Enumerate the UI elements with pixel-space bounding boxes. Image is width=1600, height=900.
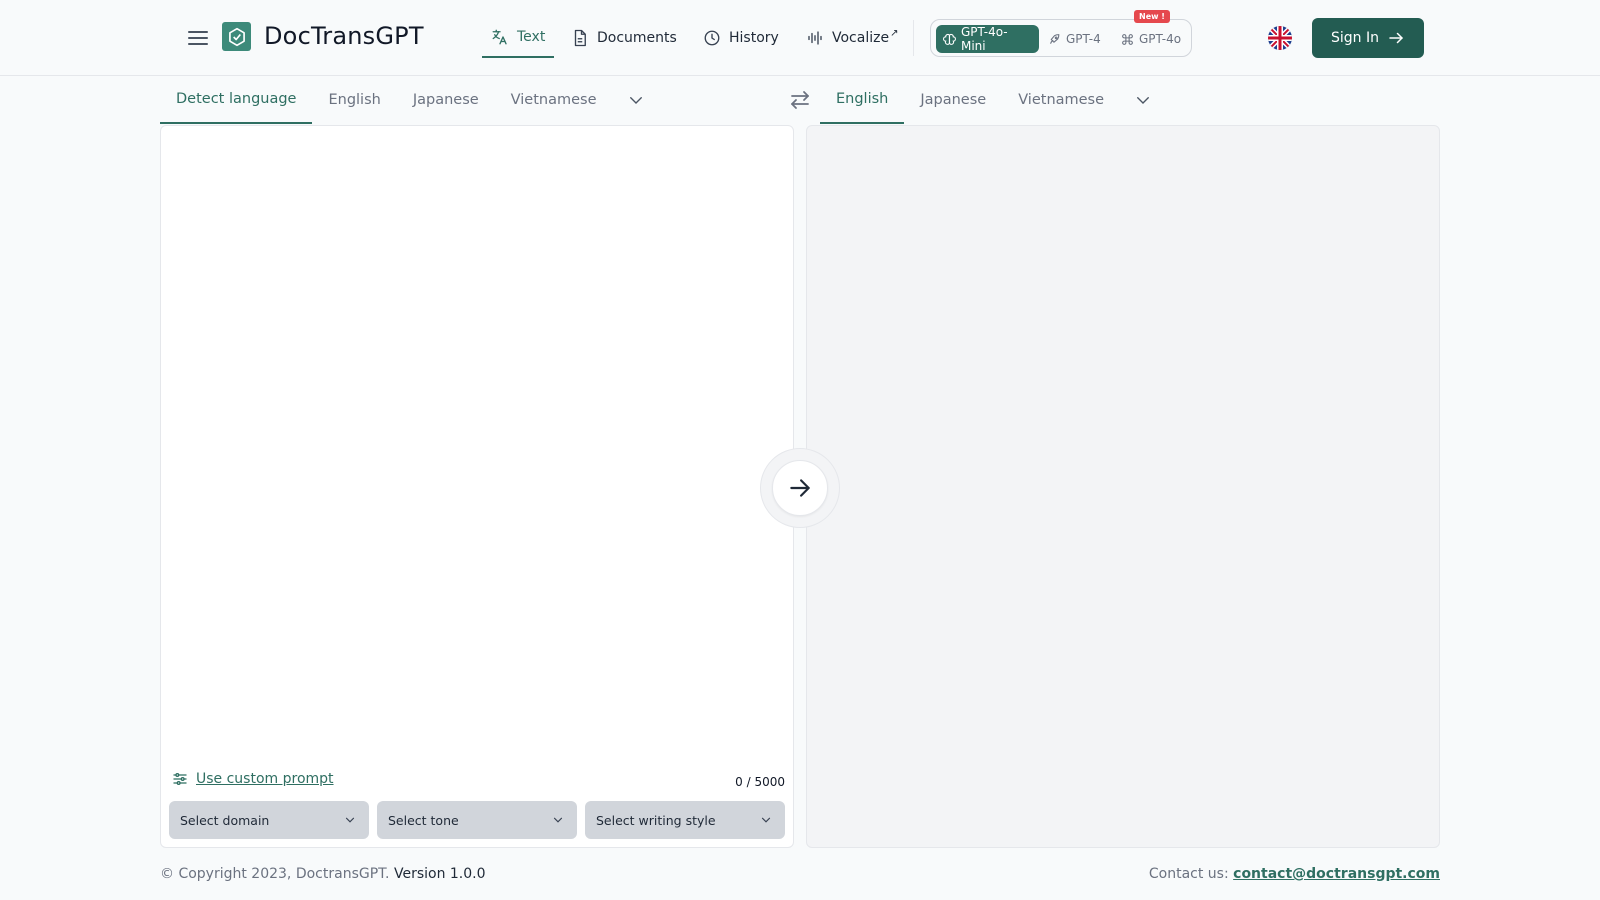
- sign-in-label: Sign In: [1331, 30, 1379, 46]
- sliders-icon: [173, 773, 187, 785]
- model-gpt-4[interactable]: GPT-4: [1041, 25, 1108, 53]
- src-tab-japanese[interactable]: Japanese: [397, 76, 495, 124]
- chevron-down-icon: [553, 817, 563, 823]
- contact-label: Contact us:: [1148, 866, 1229, 882]
- hamburger-menu-icon[interactable]: [186, 26, 210, 50]
- brand-name[interactable]: DocTransGPT: [264, 22, 424, 50]
- model-gpt-4o-mini[interactable]: GPT-4o-Mini: [936, 25, 1039, 53]
- arrow-right-icon: [790, 479, 810, 497]
- tgt-tab-english[interactable]: English: [820, 76, 905, 124]
- top-header: DocTransGPT Text Documents History Vocal…: [0, 0, 1600, 76]
- clock-icon: [704, 30, 720, 46]
- footer-contact: Contact us: contact@doctransgpt.com: [1100, 866, 1440, 882]
- model-gpt-4o-mini-label: GPT-4o-Mini: [960, 25, 1008, 53]
- nav-vocalize-link[interactable]: Vocalize ↗: [806, 18, 898, 58]
- command-icon: [1122, 33, 1133, 45]
- rocket-icon: [1050, 33, 1060, 44]
- nav-text-tab[interactable]: Text: [482, 18, 554, 58]
- nav-documents-tab[interactable]: Documents: [571, 18, 677, 58]
- source-text-input[interactable]: [169, 134, 785, 754]
- src-tab-english[interactable]: English: [312, 76, 396, 124]
- arrow-right-icon: [1389, 32, 1403, 44]
- select-domain-label: Select domain: [180, 812, 270, 828]
- nav-history-label: History: [729, 30, 779, 46]
- tgt-more-languages-chevron-down-icon[interactable]: [1120, 76, 1166, 124]
- nav-history-tab[interactable]: History: [703, 18, 779, 58]
- new-badge: New !: [1134, 10, 1170, 23]
- model-selector: GPT-4o-Mini GPT-4 GPT-4o: [930, 19, 1192, 57]
- select-writing-style-label: Select writing style: [596, 812, 716, 828]
- chevron-down-icon: [761, 817, 771, 823]
- translation-output-panel: [806, 125, 1440, 848]
- waveform-icon: [808, 31, 822, 45]
- contact-email-link[interactable]: contact@doctransgpt.com: [1233, 866, 1440, 882]
- src-more-languages-chevron-down-icon[interactable]: [613, 76, 659, 124]
- header-divider: [913, 20, 914, 56]
- select-tone-label: Select tone: [388, 812, 459, 828]
- tgt-tab-vietnamese[interactable]: Vietnamese: [1002, 76, 1120, 124]
- use-custom-prompt-link[interactable]: Use custom prompt: [172, 771, 334, 787]
- translate-icon: [492, 29, 507, 45]
- use-custom-prompt-label: Use custom prompt: [196, 771, 334, 787]
- nav-text-label: Text: [517, 29, 546, 45]
- model-gpt-4o[interactable]: GPT-4o: [1114, 25, 1188, 53]
- select-domain-dropdown[interactable]: Select domain: [169, 801, 369, 839]
- swap-languages-icon[interactable]: [788, 88, 812, 112]
- model-gpt-4-label: GPT-4: [1066, 32, 1101, 46]
- character-counter: 0 / 5000: [735, 775, 785, 789]
- sign-in-button[interactable]: Sign In: [1312, 18, 1424, 58]
- nav-vocalize-label: Vocalize: [832, 30, 890, 46]
- select-writing-style-dropdown[interactable]: Select writing style: [585, 801, 785, 839]
- version-text: Version 1.0.0: [393, 866, 486, 882]
- uk-flag-icon[interactable]: [1268, 26, 1292, 50]
- target-language-tabs: English Japanese Vietnamese: [820, 76, 1166, 124]
- src-tab-detect-language[interactable]: Detect language: [160, 76, 313, 124]
- brain-icon: [943, 33, 956, 45]
- translate-button[interactable]: [772, 460, 828, 516]
- nav-documents-label: Documents: [597, 30, 677, 46]
- external-link-icon: ↗: [890, 27, 899, 39]
- copyright-text: © Copyright 2023, DoctransGPT.: [160, 866, 390, 882]
- model-gpt-4o-label: GPT-4o: [1139, 32, 1182, 46]
- document-icon: [574, 29, 586, 47]
- source-text-panel: [160, 125, 794, 848]
- tgt-tab-japanese[interactable]: Japanese: [904, 76, 1002, 124]
- footer-copyright: © Copyright 2023, DoctransGPT. Version 1…: [160, 866, 486, 882]
- chevron-down-icon: [345, 817, 355, 823]
- select-tone-dropdown[interactable]: Select tone: [377, 801, 577, 839]
- brand-logo-icon[interactable]: [222, 22, 251, 51]
- source-language-tabs: Detect language English Japanese Vietnam…: [160, 76, 659, 124]
- src-tab-vietnamese[interactable]: Vietnamese: [495, 76, 613, 124]
